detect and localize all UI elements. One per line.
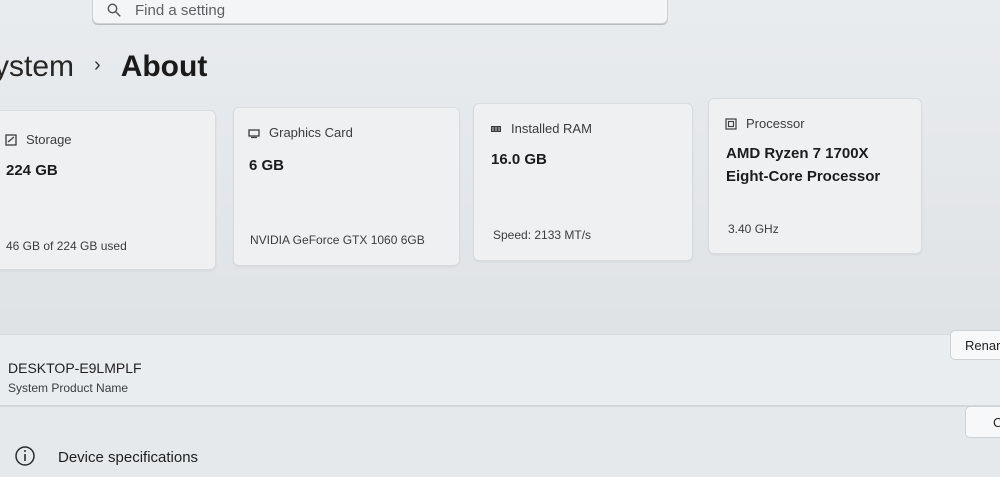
storage-icon bbox=[5, 133, 17, 146]
device-name-panel bbox=[0, 334, 1000, 406]
device-product-name: System Product Name bbox=[8, 381, 129, 395]
processor-label: Processor bbox=[746, 116, 805, 131]
search-box[interactable] bbox=[92, 0, 668, 24]
storage-label: Storage bbox=[26, 132, 72, 147]
device-specifications-panel[interactable] bbox=[0, 406, 1000, 477]
processor-value-line1: AMD Ryzen 7 1700X bbox=[726, 145, 869, 162]
processor-value-line2: Eight-Core Processor bbox=[726, 168, 881, 185]
graphics-card-value: 6 GB bbox=[249, 157, 285, 174]
search-icon bbox=[107, 3, 121, 17]
processor-detail: 3.40 GHz bbox=[728, 222, 779, 236]
graphics-card-header: Graphics Card bbox=[248, 125, 353, 140]
storage-detail: 46 GB of 224 GB used bbox=[6, 239, 127, 253]
graphics-card-detail: NVIDIA GeForce GTX 1060 6GB bbox=[250, 233, 425, 247]
installed-ram-label: Installed RAM bbox=[511, 121, 592, 136]
search-input[interactable] bbox=[135, 0, 535, 20]
storage-value: 224 GB bbox=[6, 162, 58, 179]
breadcrumb-parent-link[interactable]: ystem bbox=[0, 50, 74, 84]
device-specifications-title: Device specifications bbox=[58, 449, 199, 466]
page-title: About bbox=[120, 50, 208, 83]
graphics-card-icon bbox=[248, 128, 260, 138]
installed-ram-detail: Speed: 2133 MT/s bbox=[493, 228, 592, 242]
device-name: DESKTOP-E9LMPLF bbox=[8, 360, 142, 376]
storage-card-header: Storage bbox=[5, 132, 72, 147]
graphics-card-label: Graphics Card bbox=[269, 125, 353, 140]
processor-icon bbox=[725, 117, 737, 130]
copy-button[interactable]: C bbox=[965, 406, 1000, 438]
chevron-right-icon: › bbox=[94, 53, 101, 76]
processor-header: Processor bbox=[725, 116, 805, 131]
installed-ram-value: 16.0 GB bbox=[491, 151, 547, 168]
rename-button[interactable]: Renar bbox=[950, 330, 1000, 360]
breadcrumb: ystem › About bbox=[0, 50, 207, 84]
info-icon bbox=[15, 446, 35, 466]
installed-ram-header: Installed RAM bbox=[490, 121, 592, 136]
ram-icon bbox=[491, 125, 501, 132]
